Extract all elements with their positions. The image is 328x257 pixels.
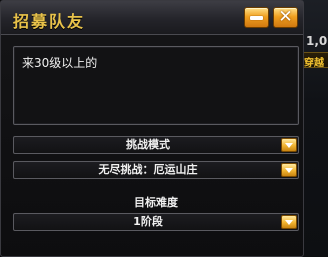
close-icon: ✕	[278, 7, 293, 27]
difficulty-dropdown-value: 1阶段	[133, 215, 163, 228]
dialog-title: 招募队友	[13, 12, 86, 31]
minimize-button[interactable]	[244, 7, 269, 28]
chevron-down-icon[interactable]	[281, 215, 297, 229]
mode-dropdown[interactable]: 挑战模式	[13, 136, 299, 154]
recruit-dialog: 招募队友 ✕ 来30级以上的 挑战模式 无尽挑战：厄运山庄 目标难度 1阶段	[0, 0, 304, 257]
dungeon-dropdown-value: 无尽挑战：厄运山庄	[98, 163, 198, 176]
close-button[interactable]: ✕	[273, 7, 298, 28]
message-text: 来30级以上的	[22, 56, 98, 70]
mode-dropdown-value: 挑战模式	[126, 138, 170, 151]
game-screen: 1,0 穿越 招募队友 ✕ 来30级以上的 挑战模式 无尽挑战：厄运山庄 目标难…	[0, 0, 328, 257]
minimize-icon	[250, 16, 263, 20]
difficulty-dropdown[interactable]: 1阶段	[13, 213, 299, 231]
dungeon-dropdown[interactable]: 无尽挑战：厄运山庄	[13, 161, 299, 179]
background-number: 1,0	[306, 34, 328, 48]
dialog-titlebar[interactable]: 招募队友 ✕	[1, 1, 303, 35]
chevron-down-icon[interactable]	[281, 138, 297, 152]
chevron-down-icon[interactable]	[281, 163, 297, 177]
difficulty-label: 目标难度	[134, 196, 178, 209]
background-banner-text: 穿越	[304, 58, 324, 69]
message-textarea[interactable]: 来30级以上的	[13, 46, 299, 125]
